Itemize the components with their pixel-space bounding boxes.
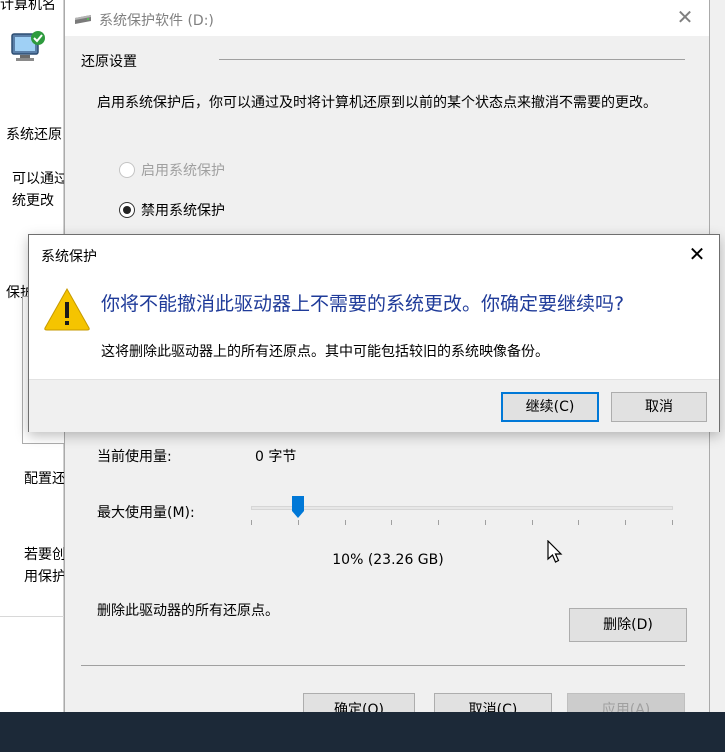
slider-ticks	[251, 520, 673, 526]
disable-protection-label: 禁用系统保护	[141, 203, 225, 219]
confirm-dialog-footer: 继续(C) 取消	[29, 379, 719, 563]
max-usage-value: 10% (23.26 GB)	[332, 552, 444, 568]
restore-description: 启用系统保护后，你可以通过及时将计算机还原到以前的某个状态点来撤消不需要的更改。	[97, 95, 657, 111]
close-icon[interactable]: ✕	[673, 6, 697, 30]
bg-restore-desc-line2: 统更改	[12, 193, 54, 209]
delete-button[interactable]: 删除(D)	[569, 608, 687, 642]
max-usage-slider[interactable]	[251, 492, 673, 526]
slider-tick	[625, 520, 626, 525]
taskbar	[0, 712, 725, 752]
restore-settings-heading: 还原设置	[81, 54, 137, 70]
bg-create-line2: 用保护	[24, 569, 64, 585]
warning-icon	[44, 287, 90, 331]
bg-config-label: 配置还原	[24, 471, 64, 487]
protection-dialog-titlebar: 系统保护软件 (D:) ✕	[65, 0, 709, 36]
slider-tick	[532, 520, 533, 525]
bg-restore-desc-line1: 可以通过	[12, 171, 64, 187]
bottom-divider	[81, 665, 685, 666]
mouse-cursor-icon	[547, 540, 563, 563]
continue-button[interactable]: 继续(C)	[501, 392, 599, 422]
radio-dot	[119, 162, 135, 178]
max-usage-label: 最大使用量(M):	[97, 505, 195, 521]
bg-create-line1: 若要创	[24, 547, 64, 563]
slider-tick	[298, 520, 299, 525]
close-icon[interactable]: ✕	[685, 241, 709, 267]
delete-restore-points-label: 删除此驱动器的所有还原点。	[97, 603, 279, 619]
computer-icon	[11, 31, 45, 61]
current-usage-label: 当前使用量:	[97, 449, 172, 465]
slider-tick	[251, 520, 252, 525]
confirm-main-instruction: 你将不能撤消此驱动器上不需要的系统更改。你确定要继续吗?	[101, 293, 625, 315]
cancel-button[interactable]: 取消	[611, 392, 707, 422]
confirm-dialog-titlebar: 系统保护 ✕	[29, 235, 719, 273]
slider-tick	[345, 520, 346, 525]
enable-protection-radio[interactable]: 启用系统保护	[119, 160, 225, 180]
bg-window-title: 计算机名	[0, 0, 56, 10]
slider-tick	[391, 520, 392, 525]
slider-tick	[438, 520, 439, 525]
confirm-dialog: 系统保护 ✕ 你将不能撤消此驱动器上不需要的系统更改。你确定要继续吗? 这将删除…	[28, 234, 720, 563]
slider-track[interactable]	[251, 506, 673, 510]
current-usage-value: 0 字节	[255, 449, 297, 465]
bg-separator	[0, 616, 64, 617]
slider-thumb[interactable]	[292, 496, 304, 518]
protection-dialog-title: 系统保护软件 (D:)	[99, 13, 214, 29]
confirm-detail-text: 这将删除此驱动器上的所有还原点。其中可能包括较旧的系统映像备份。	[101, 344, 549, 360]
drive-icon	[75, 15, 91, 24]
enable-protection-label: 启用系统保护	[141, 163, 225, 179]
disable-protection-radio[interactable]: 禁用系统保护	[119, 200, 225, 220]
heading-divider	[219, 59, 685, 60]
slider-tick	[578, 520, 579, 525]
slider-tick	[672, 520, 673, 525]
radio-dot-checked	[119, 202, 135, 218]
confirm-dialog-title: 系统保护	[41, 249, 97, 265]
slider-tick	[485, 520, 486, 525]
bg-system-restore-group: 系统还原	[6, 127, 62, 143]
